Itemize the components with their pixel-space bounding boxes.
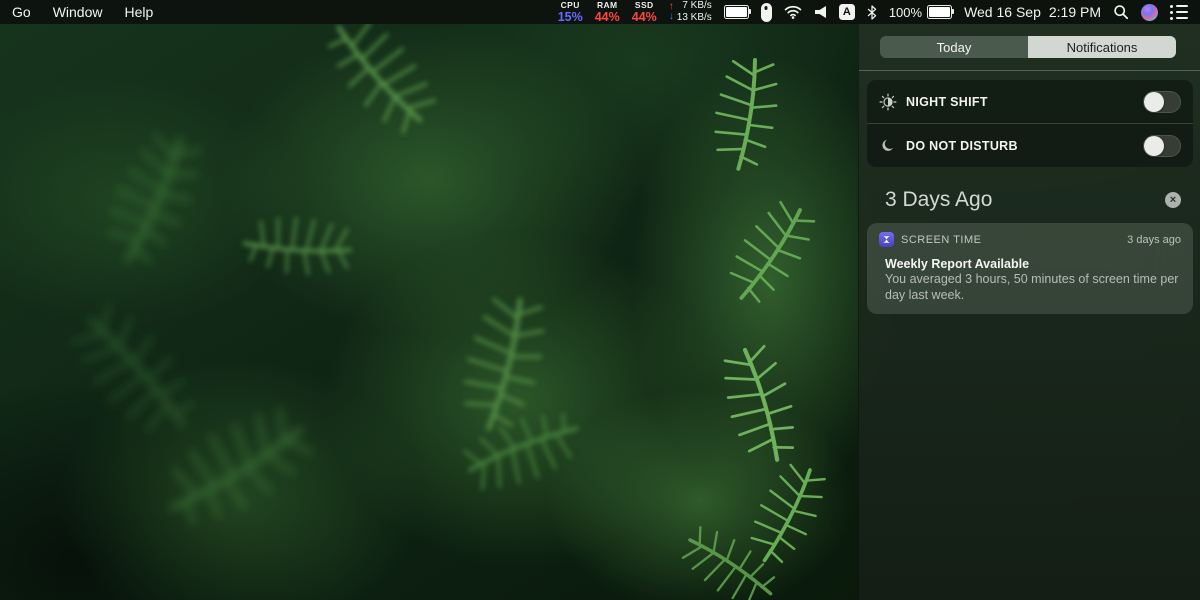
upload-speed: 7 KB/s	[682, 0, 712, 11]
notification-body: You averaged 3 hours, 50 minutes of scre…	[885, 272, 1179, 302]
app-menus: Go Window Help	[12, 4, 153, 20]
nc-icon-row	[1170, 4, 1188, 8]
battery-status[interactable]: 100%	[888, 4, 955, 20]
notification-card[interactable]: SCREEN TIME 3 days ago Weekly Report Ava…	[867, 223, 1193, 315]
battery-fill	[929, 7, 951, 17]
menu-bar-status-items: CPU 15% RAM 44% SSD 44% ↑ ↓ 7 KB/s 13 KB…	[558, 0, 1188, 24]
battery-percent: 100%	[888, 4, 923, 20]
tab-notifications[interactable]: Notifications	[1028, 36, 1176, 58]
notification-group-header: 3 Days Ago ×	[885, 188, 1181, 212]
wifi-icon[interactable]	[784, 5, 802, 19]
menu-bar-clock[interactable]: Wed 16 Sep 2:19 PM	[964, 4, 1101, 20]
cpu-label: CPU	[560, 0, 580, 10]
siri-icon[interactable]	[1141, 3, 1158, 21]
menu-window[interactable]: Window	[53, 4, 103, 20]
mouse-icon[interactable]	[760, 2, 772, 22]
ram-label: RAM	[596, 0, 618, 10]
notification-center-icon[interactable]	[1170, 4, 1188, 20]
download-speed: 13 KB/s	[676, 12, 712, 23]
download-arrow-icon: ↓	[668, 11, 674, 22]
do-not-disturb-label: DO NOT DISTURB	[906, 138, 1018, 153]
notification-app-name: SCREEN TIME	[901, 233, 982, 246]
network-values: 7 KB/s 13 KB/s	[677, 0, 712, 24]
do-not-disturb-row: DO NOT DISTURB	[867, 123, 1193, 167]
panel-divider	[859, 70, 1200, 71]
tab-today[interactable]: Today	[880, 36, 1028, 58]
volume-icon[interactable]	[814, 5, 827, 19]
spotlight-search-icon[interactable]	[1113, 4, 1129, 20]
notification-timestamp: 3 days ago	[1127, 233, 1181, 246]
ram-stat[interactable]: RAM 44%	[595, 1, 620, 23]
night-shift-label: NIGHT SHIFT	[906, 94, 988, 109]
battery-fill	[725, 7, 747, 17]
nc-tab-switcher: Today Notifications	[880, 36, 1176, 58]
clock-date: Wed 16 Sep	[964, 4, 1041, 20]
menu-help[interactable]: Help	[124, 4, 153, 20]
night-shift-icon	[879, 92, 897, 111]
notification-title: Weekly Report Available	[885, 257, 1030, 271]
notification-center-panel: Today Notifications NIGHT SHIFT DO NOT D…	[858, 24, 1200, 600]
clock-time: 2:19 PM	[1048, 4, 1101, 20]
do-not-disturb-toggle[interactable]	[1143, 134, 1181, 157]
bluetooth-icon[interactable]	[867, 4, 877, 20]
group-title: 3 Days Ago	[885, 188, 993, 211]
input-source-icon[interactable]: A	[838, 4, 855, 20]
clear-group-button[interactable]: ×	[1165, 192, 1181, 208]
network-arrows: ↑ ↓	[669, 2, 674, 22]
night-shift-row: NIGHT SHIFT	[867, 80, 1193, 123]
quick-toggles-card: NIGHT SHIFT DO NOT DISTURB	[867, 80, 1193, 167]
moon-icon	[879, 138, 897, 154]
peripheral-battery-icon[interactable]	[723, 5, 751, 19]
notification-header: SCREEN TIME 3 days ago	[879, 232, 1181, 247]
battery-icon	[927, 5, 955, 19]
toggle-knob	[1144, 91, 1164, 112]
nc-icon-row	[1170, 16, 1188, 20]
ssd-value: 44%	[631, 9, 657, 24]
nc-icon-row	[1170, 10, 1188, 14]
screen-time-app-icon	[879, 232, 894, 247]
toggle-knob	[1144, 135, 1164, 156]
menu-bar: Go Window Help CPU 15% RAM 44% SSD 44% ↑…	[0, 0, 1200, 24]
cpu-stat[interactable]: CPU 15%	[558, 1, 583, 23]
ssd-label: SSD	[634, 0, 654, 10]
network-throughput-stat[interactable]: ↑ ↓ 7 KB/s 13 KB/s	[669, 0, 712, 24]
night-shift-toggle[interactable]	[1143, 90, 1181, 113]
ssd-stat[interactable]: SSD 44%	[632, 1, 657, 23]
menu-go[interactable]: Go	[12, 4, 31, 20]
cpu-value: 15%	[557, 9, 583, 24]
ram-value: 44%	[594, 9, 620, 24]
